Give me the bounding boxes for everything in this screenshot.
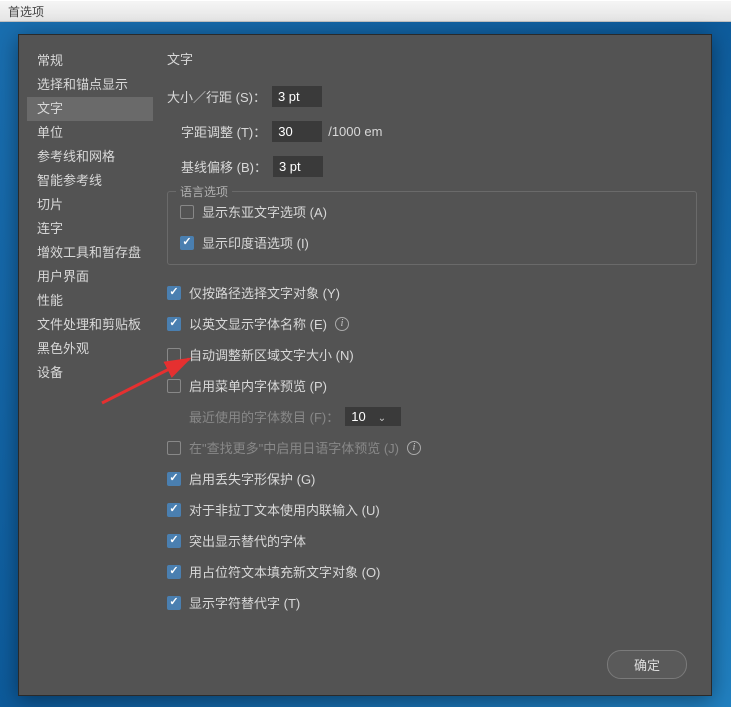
- language-options-title: 语言选项: [176, 183, 232, 200]
- row-path-only: 仅按路径选择文字对象 (Y): [167, 283, 697, 302]
- ok-button[interactable]: 确定: [607, 650, 687, 679]
- sidebar-item-file-clipboard[interactable]: 文件处理和剪贴板: [27, 313, 153, 337]
- label-placeholder-fill: 用占位符文本填充新文字对象 (O): [189, 562, 380, 581]
- checkbox-east-asian[interactable]: [180, 205, 194, 219]
- sidebar-item-hyphenation[interactable]: 连字: [27, 217, 153, 241]
- label-path-only: 仅按路径选择文字对象 (Y): [189, 283, 340, 302]
- sidebar-item-selection[interactable]: 选择和锚点显示: [27, 73, 153, 97]
- label-menu-preview: 启用菜单内字体预览 (P): [189, 376, 327, 395]
- checkbox-placeholder-fill[interactable]: [167, 565, 181, 579]
- chevron-down-icon: ⌄: [378, 413, 386, 424]
- checkbox-jp-preview[interactable]: [167, 441, 181, 455]
- label-recent-fonts: 最近使用的字体数目 (F)：: [189, 407, 339, 426]
- sidebar-item-black-appearance[interactable]: 黑色外观: [27, 337, 153, 361]
- input-tracking[interactable]: [272, 121, 322, 142]
- checkbox-menu-preview[interactable]: [167, 379, 181, 393]
- titlebar: 首选项: [0, 0, 731, 22]
- checkbox-show-alt-glyphs[interactable]: [167, 596, 181, 610]
- label-auto-resize: 自动调整新区域文字大小 (N): [189, 345, 354, 364]
- sidebar-item-units[interactable]: 单位: [27, 121, 153, 145]
- sidebar-item-slices[interactable]: 切片: [27, 193, 153, 217]
- input-baseline[interactable]: [273, 156, 323, 177]
- row-size-leading: 大小／行距 (S)：: [167, 86, 697, 107]
- label-jp-preview: 在"查找更多"中启用日语字体预览 (J): [189, 438, 399, 457]
- sidebar-item-devices[interactable]: 设备: [27, 361, 153, 385]
- label-baseline: 基线偏移 (B)：: [181, 157, 267, 176]
- row-menu-preview: 启用菜单内字体预览 (P): [167, 376, 697, 395]
- sidebar-item-type[interactable]: 文字: [27, 97, 153, 121]
- checkbox-inline-input[interactable]: [167, 503, 181, 517]
- row-baseline: 基线偏移 (B)：: [167, 156, 697, 177]
- label-inline-input: 对于非拉丁文本使用内联输入 (U): [189, 500, 380, 519]
- row-missing-glyph: 启用丢失字形保护 (G): [167, 469, 697, 488]
- checkbox-auto-resize[interactable]: [167, 348, 181, 362]
- sidebar: 常规 选择和锚点显示 文字 单位 参考线和网格 智能参考线 切片 连字 增效工具…: [27, 49, 153, 385]
- label-highlight-alt: 突出显示替代的字体: [189, 531, 306, 550]
- language-options-section: 语言选项 显示东亚文字选项 (A) 显示印度语选项 (I): [167, 191, 697, 265]
- sidebar-item-general[interactable]: 常规: [27, 49, 153, 73]
- label-size-leading: 大小／行距 (S)：: [167, 87, 266, 106]
- label-indic: 显示印度语选项 (I): [202, 233, 309, 252]
- row-english-names: 以英文显示字体名称 (E) i: [167, 314, 697, 333]
- label-show-alt-glyphs: 显示字符替代字 (T): [189, 593, 300, 612]
- unit-tracking: /1000 em: [328, 124, 382, 139]
- sidebar-item-ui[interactable]: 用户界面: [27, 265, 153, 289]
- row-jp-preview: 在"查找更多"中启用日语字体预览 (J) i: [167, 438, 697, 457]
- row-tracking: 字距调整 (T)： /1000 em: [167, 121, 697, 142]
- panel-title: 文字: [167, 49, 697, 68]
- checkbox-highlight-alt[interactable]: [167, 534, 181, 548]
- checkbox-english-names[interactable]: [167, 317, 181, 331]
- checkbox-indic[interactable]: [180, 236, 194, 250]
- row-inline-input: 对于非拉丁文本使用内联输入 (U): [167, 500, 697, 519]
- sidebar-item-guides[interactable]: 参考线和网格: [27, 145, 153, 169]
- sidebar-item-performance[interactable]: 性能: [27, 289, 153, 313]
- info-icon[interactable]: i: [407, 441, 421, 455]
- info-icon[interactable]: i: [335, 317, 349, 331]
- sidebar-item-plugins[interactable]: 增效工具和暂存盘: [27, 241, 153, 265]
- label-english-names: 以英文显示字体名称 (E): [189, 314, 327, 333]
- checkbox-missing-glyph[interactable]: [167, 472, 181, 486]
- row-show-alt-glyphs: 显示字符替代字 (T): [167, 593, 697, 612]
- input-size-leading[interactable]: [272, 86, 322, 107]
- row-auto-resize: 自动调整新区域文字大小 (N): [167, 345, 697, 364]
- row-indic: 显示印度语选项 (I): [180, 233, 684, 252]
- checkbox-path-only[interactable]: [167, 286, 181, 300]
- select-recent-fonts[interactable]: 10⌄: [345, 407, 401, 426]
- content-panel: 文字 大小／行距 (S)： 字距调整 (T)： /1000 em 基线偏移 (B…: [167, 49, 697, 624]
- preferences-dialog: 常规 选择和锚点显示 文字 单位 参考线和网格 智能参考线 切片 连字 增效工具…: [18, 34, 712, 696]
- button-bar: 确定: [607, 650, 687, 679]
- row-placeholder-fill: 用占位符文本填充新文字对象 (O): [167, 562, 697, 581]
- label-east-asian: 显示东亚文字选项 (A): [202, 202, 327, 221]
- label-tracking: 字距调整 (T)：: [181, 122, 266, 141]
- row-east-asian: 显示东亚文字选项 (A): [180, 202, 684, 221]
- sidebar-item-smart-guides[interactable]: 智能参考线: [27, 169, 153, 193]
- label-missing-glyph: 启用丢失字形保护 (G): [189, 469, 315, 488]
- row-recent-fonts: 最近使用的字体数目 (F)： 10⌄: [167, 407, 697, 426]
- row-highlight-alt: 突出显示替代的字体: [167, 531, 697, 550]
- window-title: 首选项: [8, 5, 44, 19]
